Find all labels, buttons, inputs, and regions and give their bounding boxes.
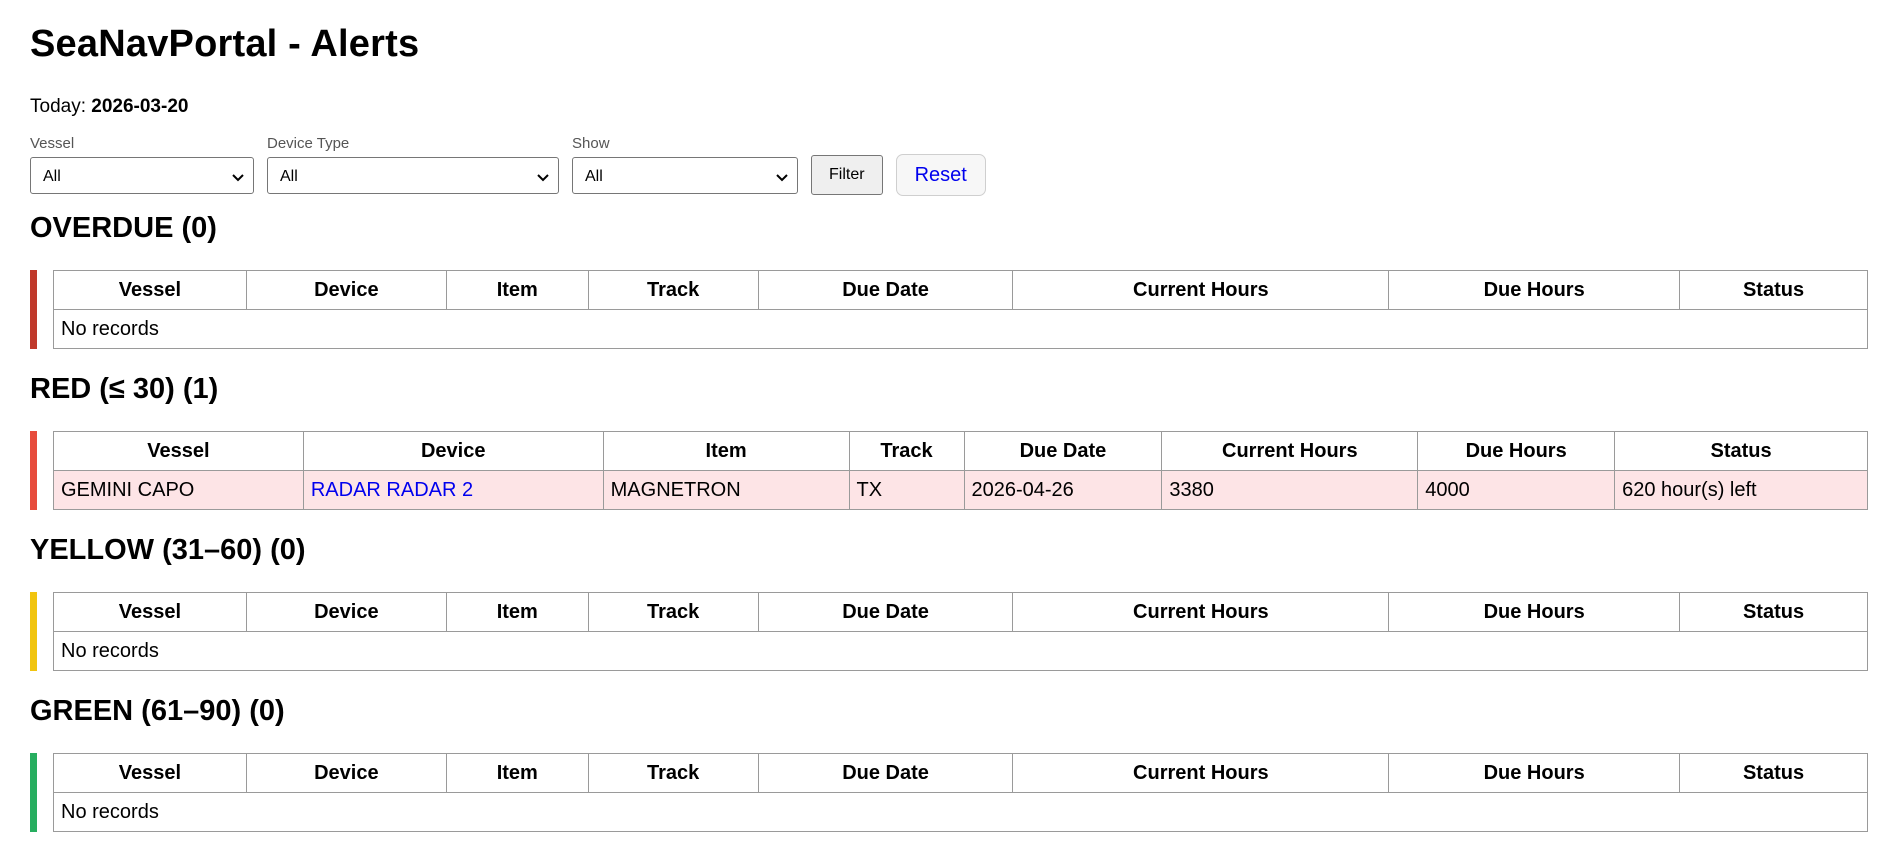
column-header: Current Hours [1161,431,1419,471]
green-table-wrap: Vessel Device Item Track Due Date Curren… [30,753,1868,832]
column-header: Track [848,431,965,471]
column-header: Track [587,753,759,793]
filter-bar: Vessel All Device Type All Show All Filt… [30,134,1868,196]
chevron-down-icon [776,173,788,181]
today-label: Today: [30,96,86,117]
reset-button[interactable]: Reset [895,154,986,196]
device-type-select-value: All [280,167,298,185]
overdue-section: OVERDUE (0) Vessel Device Item Track Due… [30,208,1868,349]
red-table-wrap: Vessel Device Item Track Due Date Curren… [30,431,1868,510]
column-header: Current Hours [1012,270,1390,310]
track-cell: TX [848,470,965,510]
empty-row: No records [53,792,1868,832]
show-filter-label: Show [572,135,610,152]
device-cell: RADAR RADAR 2 [302,470,604,510]
due-hours-cell: 4000 [1417,470,1616,510]
column-header: Item [445,753,589,793]
column-header: Device [245,753,447,793]
show-select-value: All [585,167,603,185]
column-header: Track [587,592,759,632]
red-table: Vessel Device Item Track Due Date Curren… [53,431,1868,510]
column-header: Vessel [53,270,247,310]
vessel-filter-label: Vessel [30,135,75,152]
column-header: Item [602,431,850,471]
green-table: Vessel Device Item Track Due Date Curren… [53,753,1868,832]
alerts-page: SeaNavPortal - Alerts Today: 2026-03-20 … [30,18,1868,832]
no-records-text: No records [53,631,1868,671]
overdue-table-wrap: Vessel Device Item Track Due Date Curren… [30,270,1868,349]
green-section: GREEN (61–90) (0) Vessel Device Item Tra… [30,691,1868,832]
filter-button[interactable]: Filter [811,155,883,195]
column-header: Vessel [53,431,304,471]
overdue-color-bar [30,270,37,349]
overdue-heading: OVERDUE (0) [30,212,217,244]
column-header: Due Date [963,431,1163,471]
overdue-table: Vessel Device Item Track Due Date Curren… [53,270,1868,349]
empty-row: No records [53,631,1868,671]
current-hours-cell: 3380 [1161,470,1419,510]
column-header: Due Date [757,270,1014,310]
device-type-filter: Device Type All [267,135,559,194]
column-header: Due Date [757,753,1014,793]
table-header-row: Vessel Device Item Track Due Date Curren… [53,270,1868,310]
yellow-table-wrap: Vessel Device Item Track Due Date Curren… [30,592,1868,671]
column-header: Status [1679,270,1868,310]
column-header: Vessel [53,592,247,632]
vessel-cell: GEMINI CAPO [53,470,304,510]
today-date: 2026-03-20 [91,96,189,117]
device-type-select[interactable]: All [267,157,559,194]
page-title: SeaNavPortal - Alerts [30,23,420,65]
column-header: Item [445,270,589,310]
column-header: Current Hours [1012,753,1390,793]
yellow-section: YELLOW (31–60) (0) Vessel Device Item Tr… [30,530,1868,671]
table-header-row: Vessel Device Item Track Due Date Curren… [53,592,1868,632]
column-header: Status [1679,753,1868,793]
no-records-text: No records [53,309,1868,349]
device-link[interactable]: RADAR RADAR 2 [311,479,473,501]
vessel-filter: Vessel All [30,135,254,194]
chevron-down-icon [232,173,244,181]
empty-row: No records [53,309,1868,349]
column-header: Due Hours [1417,431,1616,471]
today-line: Today: 2026-03-20 [30,95,1868,119]
device-type-filter-label: Device Type [267,135,350,152]
green-heading: GREEN (61–90) (0) [30,695,285,727]
column-header: Due Hours [1388,753,1681,793]
column-header: Current Hours [1012,592,1390,632]
red-section: RED (≤ 30) (1) Vessel Device Item Track … [30,369,1868,510]
green-color-bar [30,753,37,832]
show-select[interactable]: All [572,157,798,194]
column-header: Due Hours [1388,270,1681,310]
table-header-row: Vessel Device Item Track Due Date Curren… [53,753,1868,793]
column-header: Item [445,592,589,632]
due-date-cell: 2026-04-26 [963,470,1163,510]
column-header: Due Date [757,592,1014,632]
red-heading: RED (≤ 30) (1) [30,373,219,405]
column-header: Status [1679,592,1868,632]
column-header: Status [1614,431,1868,471]
column-header: Device [245,270,447,310]
column-header: Device [245,592,447,632]
vessel-select-value: All [43,167,61,185]
no-records-text: No records [53,792,1868,832]
chevron-down-icon [537,173,549,181]
column-header: Device [302,431,604,471]
yellow-table: Vessel Device Item Track Due Date Curren… [53,592,1868,671]
status-cell: 620 hour(s) left [1614,470,1868,510]
item-cell: MAGNETRON [602,470,850,510]
column-header: Due Hours [1388,592,1681,632]
show-filter: Show All [572,135,798,194]
column-header: Vessel [53,753,247,793]
column-header: Track [587,270,759,310]
vessel-select[interactable]: All [30,157,254,194]
yellow-heading: YELLOW (31–60) (0) [30,534,306,566]
yellow-color-bar [30,592,37,671]
table-row: GEMINI CAPO RADAR RADAR 2 MAGNETRON TX 2… [53,470,1868,510]
red-color-bar [30,431,37,510]
table-header-row: Vessel Device Item Track Due Date Curren… [53,431,1868,471]
